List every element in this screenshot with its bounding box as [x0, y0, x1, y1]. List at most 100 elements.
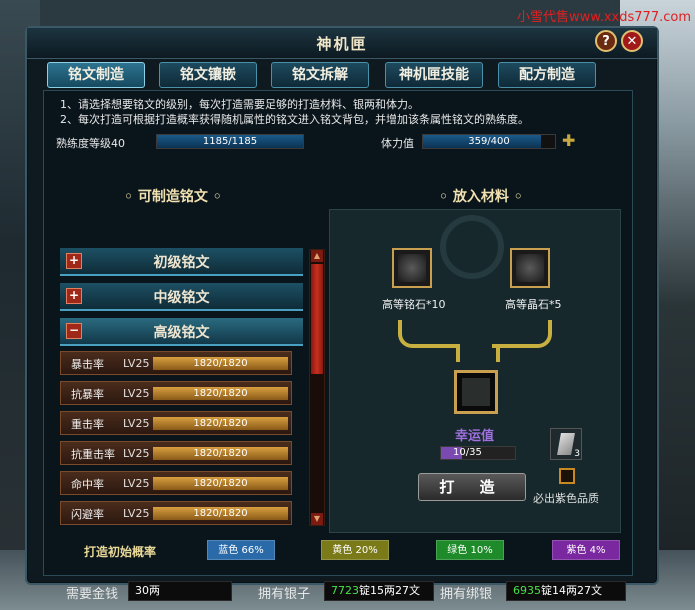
crystal-count: 3 [574, 449, 580, 459]
stamina-bar: 359/400 [422, 134, 556, 149]
purple-guarantee-item-slot[interactable]: 3 [550, 428, 582, 460]
luck-value: 10/35 [453, 447, 482, 458]
probability-yellow: 黄色 20% [321, 540, 389, 560]
inscription-item-hit[interactable]: 命中率 LV25 1820/1820 [60, 471, 292, 495]
crystal-icon [557, 433, 575, 455]
material-slot-inscription-stone[interactable] [392, 248, 432, 288]
window-title: 神机匣 [316, 35, 368, 53]
close-button[interactable]: ✕ [621, 30, 643, 52]
scroll-up-arrow-icon[interactable]: ▲ [311, 250, 323, 262]
item-level: LV25 [123, 507, 150, 520]
item-name: 抗重击率 [71, 448, 115, 461]
item-proficiency-bar: 1820/1820 [153, 387, 288, 400]
proficiency-label: 熟练度等级40 [56, 137, 125, 150]
bound-silver-value: 6935锭14两27文 [506, 581, 626, 601]
stamina-label: 体力值 [381, 137, 414, 150]
guarantee-purple-label: 必出紫色品质 [533, 492, 599, 505]
titlebar: 神机匣 ? ✕ [27, 28, 657, 59]
item-proficiency: 1820/1820 [193, 508, 248, 519]
item-level: LV25 [123, 357, 150, 370]
materials-heading: ◦ 放入材料 ◦ [439, 189, 523, 205]
stamina-value: 359/400 [468, 136, 510, 147]
inscription-item-dodge[interactable]: 闪避率 LV25 1820/1820 [60, 501, 292, 525]
note-line: 2、每次打造可根据打造概率获得随机属性的铭文进入铭文背包，并增加该条属性铭文的熟… [60, 113, 529, 126]
craft-probability-label: 打造初始概率 [84, 545, 157, 559]
material-pipe-right [492, 320, 552, 348]
item-name: 暴击率 [71, 358, 104, 371]
silver-ingots: 7723 [331, 584, 359, 597]
inscription-item-heavy-hit-resist[interactable]: 抗重击率 LV25 1820/1820 [60, 441, 292, 465]
item-proficiency-bar: 1820/1820 [153, 507, 288, 520]
item-proficiency-bar: 1820/1820 [153, 357, 288, 370]
pipe-down-left [456, 344, 468, 362]
category-label: 中级铭文 [153, 290, 210, 306]
proficiency-value: 1185/1185 [202, 136, 258, 147]
watermark: 小雪代售www.xxds777.com [517, 10, 691, 25]
category-basic[interactable]: + 初级铭文 [60, 248, 303, 276]
material-label: 高等晶石*5 [505, 298, 562, 311]
item-name: 命中率 [71, 478, 104, 491]
note-line: 1、请选择想要铭文的级别，每次打造需要足够的打造材料、银两和体力。 [60, 98, 419, 111]
scroll-down-arrow-icon[interactable]: ▼ [311, 513, 323, 525]
stat-row: 熟练度等级40 1185/1185 体力值 359/400 ✚ [56, 133, 616, 151]
item-proficiency: 1820/1820 [193, 478, 248, 489]
material-pipe-left [398, 320, 460, 348]
proficiency-bar: 1185/1185 [156, 134, 304, 149]
item-proficiency-bar: 1820/1820 [153, 477, 288, 490]
item-level: LV25 [123, 417, 150, 430]
shenjixia-window: 神机匣 ? ✕ 铭文制造 铭文镶嵌 铭文拆解 神机匣技能 配方制造 1、请选择想… [25, 26, 659, 602]
materials-heading-text: 放入材料 [452, 189, 509, 205]
category-label: 初级铭文 [153, 255, 210, 271]
inscription-stone-icon [398, 254, 426, 282]
pipe-down-right [488, 344, 500, 362]
tab-inscription-craft[interactable]: 铭文制造 [47, 62, 145, 88]
craftable-heading-text: 可制造铭文 [137, 189, 208, 205]
probability-purple: 紫色 4% [552, 540, 620, 560]
item-proficiency-bar: 1820/1820 [153, 447, 288, 460]
item-proficiency: 1820/1820 [193, 418, 248, 429]
category-label: 高级铭文 [153, 325, 210, 341]
probability-blue: 蓝色 66% [207, 540, 275, 560]
item-proficiency: 1820/1820 [193, 388, 248, 399]
bound-silver-remainder: 锭14两27文 [541, 584, 602, 597]
list-scrollbar[interactable]: ▲ ▼ [309, 249, 325, 526]
item-proficiency-bar: 1820/1820 [153, 417, 288, 430]
inscription-item-crit-resist[interactable]: 抗暴率 LV25 1820/1820 [60, 381, 292, 405]
material-slot-crystal-stone[interactable] [510, 248, 550, 288]
help-button[interactable]: ? [595, 30, 617, 52]
bound-silver-ingots: 6935 [513, 584, 541, 597]
bound-silver-label: 拥有绑银 [440, 587, 493, 602]
luck-label: 幸运值 [455, 429, 495, 444]
item-level: LV25 [123, 477, 150, 490]
tab-inscription-inlay[interactable]: 铭文镶嵌 [159, 62, 257, 88]
category-advanced[interactable]: − 高级铭文 [60, 318, 303, 346]
add-stamina-plus-icon[interactable]: ✚ [562, 133, 575, 149]
silver-remainder: 锭15两27文 [359, 584, 420, 597]
probability-green: 绿色 10% [436, 540, 504, 560]
result-slot[interactable] [454, 370, 498, 414]
main-panel: 1、请选择想要铭文的级别，每次打造需要足够的打造材料、银两和体力。 2、每次打造… [43, 90, 633, 602]
inscription-item-heavy-hit[interactable]: 重击率 LV25 1820/1820 [60, 411, 292, 435]
craft-button[interactable]: 打 造 [418, 473, 526, 501]
money-required-value: 30两 [128, 581, 232, 601]
tab-shenjixia-skill[interactable]: 神机匣技能 [385, 62, 483, 88]
luck-bar: 10/35 [440, 446, 516, 460]
scrollbar-thumb[interactable] [311, 264, 323, 374]
item-proficiency: 1820/1820 [193, 358, 248, 369]
item-name: 抗暴率 [71, 388, 104, 401]
cost-row: 需要金钱 30两 拥有银子 7723锭15两27文 拥有绑银 6935锭14两2… [62, 581, 632, 602]
material-label: 高等铭石*10 [382, 298, 446, 311]
category-intermediate[interactable]: + 中级铭文 [60, 283, 303, 311]
inscription-item-crit[interactable]: 暴击率 LV25 1820/1820 [60, 351, 292, 375]
guarantee-purple-checkbox[interactable] [559, 468, 575, 484]
result-item-icon [462, 378, 490, 406]
instruction-notes: 1、请选择想要铭文的级别，每次打造需要足够的打造材料、银两和体力。 2、每次打造… [60, 97, 529, 127]
money-required-label: 需要金钱 [66, 587, 119, 602]
tab-inscription-dismantle[interactable]: 铭文拆解 [271, 62, 369, 88]
craftable-heading: ◦ 可制造铭文 ◦ [124, 189, 222, 205]
tab-recipe-craft[interactable]: 配方制造 [498, 62, 596, 88]
item-proficiency: 1820/1820 [193, 448, 248, 459]
item-level: LV25 [123, 447, 150, 460]
crafting-area: 高等铭石*10 高等晶石*5 幸运值 10/35 打 造 3 必出紫色品质 [329, 209, 621, 533]
silver-owned-value: 7723锭15两27文 [324, 581, 434, 601]
